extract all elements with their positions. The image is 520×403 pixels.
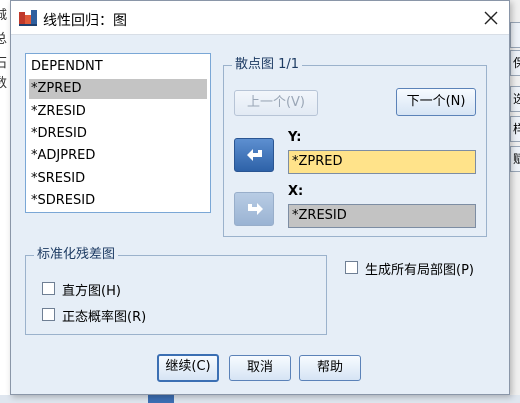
normal-probability-checkbox[interactable] xyxy=(42,308,55,321)
continue-button[interactable]: 继续(C) xyxy=(157,354,219,382)
x-axis-field[interactable]: *ZRESID xyxy=(288,204,476,228)
previous-button[interactable]: 上一个(V) xyxy=(234,90,318,116)
scatter-plot-group: 散点图 1/1 上一个(V) 下一个(N) Y: *ZPRED X: *ZRES… xyxy=(223,57,487,237)
variable-list[interactable]: DEPENDNT *ZPRED *ZRESID *DRESID *ADJPRED… xyxy=(25,53,211,213)
cancel-button[interactable]: 取消 xyxy=(229,355,291,381)
bg-arrow-button xyxy=(148,395,174,403)
list-item[interactable]: *ZRESID xyxy=(29,102,207,122)
list-item[interactable]: *DRESID xyxy=(29,124,207,144)
background-window-bottom xyxy=(0,395,520,403)
bg-text: 数 xyxy=(0,76,8,91)
arrow-left-icon xyxy=(247,149,262,161)
bg-button: 保 xyxy=(510,50,520,76)
x-axis-label: X: xyxy=(288,184,304,199)
dialog-title: 线性回归：图 xyxy=(43,13,127,29)
title-bar: 线性回归：图 xyxy=(11,1,509,35)
scatter-group-label: 散点图 1/1 xyxy=(232,57,303,73)
bg-text: 城 xyxy=(0,8,8,23)
y-axis-field[interactable]: *ZPRED xyxy=(288,150,476,174)
bg-button: 选 xyxy=(510,86,520,112)
partial-plots-label: 生成所有局部图(P) xyxy=(365,263,474,278)
next-button[interactable]: 下一个(N) xyxy=(396,88,476,116)
bg-button: 赋 xyxy=(510,146,520,172)
move-to-x-button[interactable] xyxy=(234,192,274,226)
list-item[interactable]: DEPENDNT xyxy=(29,57,207,77)
list-item[interactable]: *ADJPRED xyxy=(29,146,207,166)
normal-probability-label: 正态概率图(R) xyxy=(62,310,147,325)
list-item[interactable]: *SDRESID xyxy=(29,191,207,211)
bg-text: 石 xyxy=(0,56,8,71)
close-icon[interactable] xyxy=(479,6,503,30)
histogram-label: 直方图(H) xyxy=(62,284,121,299)
list-item[interactable]: *SRESID xyxy=(29,169,207,189)
histogram-checkbox[interactable] xyxy=(42,282,55,295)
spss-app-icon xyxy=(19,10,37,26)
y-axis-label: Y: xyxy=(288,130,302,145)
partial-plots-checkbox[interactable] xyxy=(345,261,358,274)
move-to-y-button[interactable] xyxy=(234,138,274,172)
arrow-right-icon xyxy=(248,203,263,215)
bg-button: 样 xyxy=(510,116,520,142)
bg-button xyxy=(510,22,520,48)
standardized-residual-group: 标准化残差图 直方图(H) 正态概率图(R) xyxy=(25,247,327,335)
list-item-selected[interactable]: *ZPRED xyxy=(29,79,207,99)
help-button[interactable]: 帮助 xyxy=(299,355,361,381)
linear-regression-plots-dialog: 线性回归：图 DEPENDNT *ZPRED *ZRESID *DRESID *… xyxy=(10,0,510,395)
bg-text: 总 xyxy=(0,32,8,47)
residual-group-label: 标准化残差图 xyxy=(34,247,119,263)
